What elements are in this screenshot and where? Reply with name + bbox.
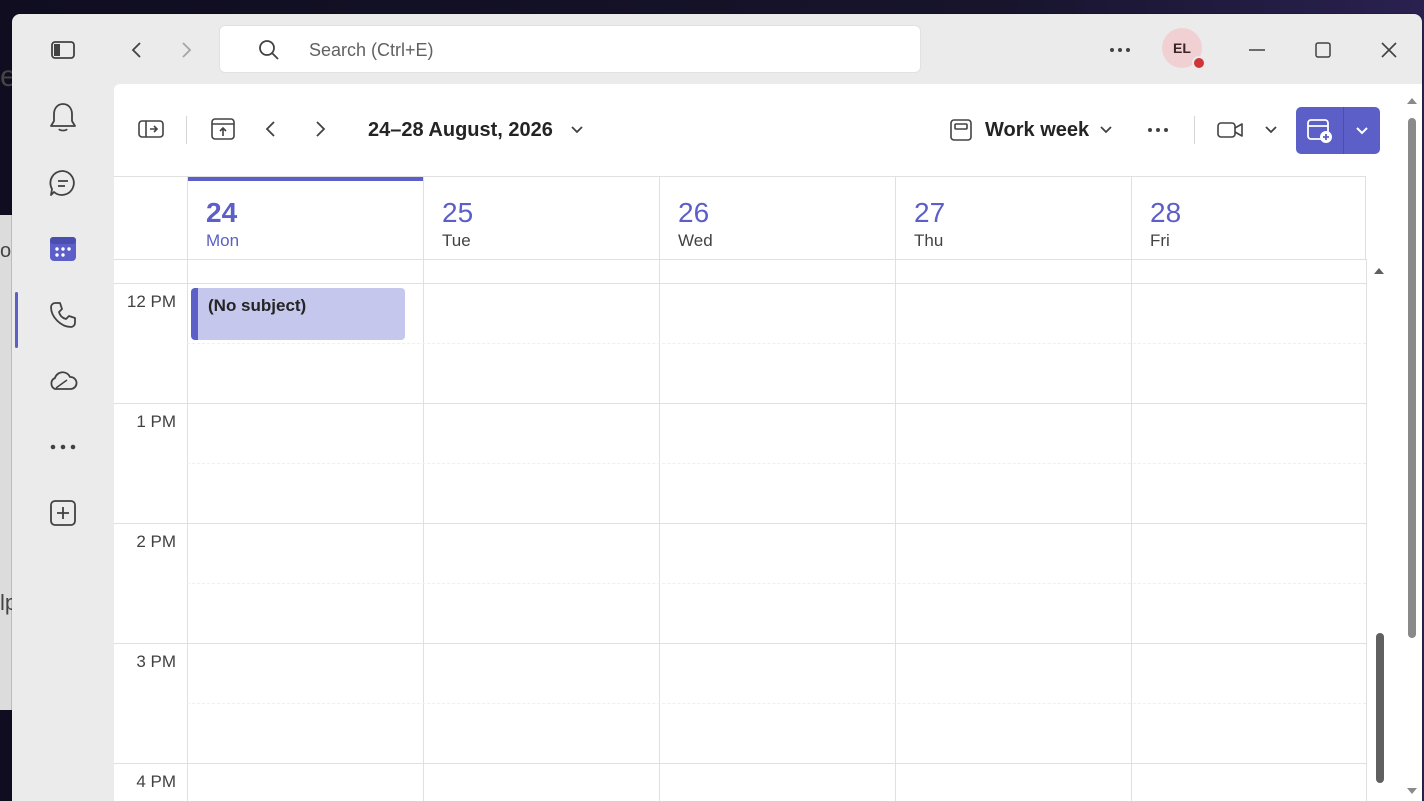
- active-indicator: [15, 292, 18, 348]
- new-meeting-icon[interactable]: [1296, 107, 1344, 154]
- day-name: Tue: [442, 231, 471, 250]
- panel-scrollbar[interactable]: [1404, 84, 1422, 801]
- onedrive-icon[interactable]: [42, 360, 84, 402]
- day-name: Wed: [678, 231, 713, 250]
- view-switcher-icon[interactable]: [947, 116, 975, 144]
- chevron-down-icon[interactable]: [1095, 117, 1117, 143]
- calendar-event[interactable]: (No subject): [191, 288, 405, 340]
- calendar-icon[interactable]: [42, 228, 84, 270]
- day-number: 25: [442, 197, 474, 228]
- date-range-label[interactable]: 24–28 August, 2026: [368, 119, 553, 142]
- meet-now-icon[interactable]: [1214, 115, 1246, 145]
- search-placeholder: Search (Ctrl+E): [309, 40, 434, 60]
- calls-icon[interactable]: [42, 294, 84, 336]
- day-header-tue[interactable]: 25 Tue: [423, 177, 659, 259]
- background-window-strip: [0, 215, 12, 710]
- day-number: 24: [206, 197, 238, 228]
- all-day-divider: [114, 283, 1366, 284]
- search-icon: [258, 39, 280, 66]
- calendar-grid: 24 Mon 25 Tue 26 Wed 27 Thu 28 Fri 12 PM…: [114, 176, 1367, 801]
- scroll-thumb[interactable]: [1408, 118, 1416, 638]
- hour-divider: [114, 403, 1366, 404]
- previous-week-icon[interactable]: [256, 114, 286, 144]
- background-text: o: [0, 240, 12, 262]
- header-divider: [114, 259, 1366, 260]
- more-options-icon[interactable]: [1143, 116, 1173, 144]
- day-header-mon[interactable]: 24 Mon: [187, 177, 423, 259]
- chevron-down-icon[interactable]: [1344, 107, 1380, 154]
- avatar-initials: EL: [1173, 40, 1191, 56]
- chevron-down-icon[interactable]: [566, 117, 588, 143]
- column-divider: [423, 259, 424, 801]
- event-title: (No subject): [208, 296, 307, 315]
- column-divider: [659, 259, 660, 801]
- app-rail: [12, 84, 114, 801]
- time-label: 2 PM: [136, 532, 176, 551]
- day-header-thu[interactable]: 27 Thu: [895, 177, 1131, 259]
- hour-divider: [114, 643, 1366, 644]
- avatar[interactable]: EL: [1162, 28, 1206, 70]
- teams-window: Search (Ctrl+E) EL 24–28 August, 2026 Wo…: [12, 14, 1422, 801]
- title-bar: Search (Ctrl+E) EL: [12, 14, 1422, 84]
- toolbar-separator: [186, 116, 187, 144]
- scroll-thumb[interactable]: [1376, 633, 1384, 783]
- day-name: Thu: [914, 231, 944, 250]
- new-meeting-button[interactable]: [1296, 107, 1380, 154]
- toggle-sidebar-icon[interactable]: [45, 32, 81, 68]
- time-label: 4 PM: [136, 772, 176, 791]
- day-name: Fri: [1150, 231, 1170, 250]
- day-header-fri[interactable]: 28 Fri: [1131, 177, 1366, 259]
- next-week-icon[interactable]: [305, 114, 335, 144]
- today-icon[interactable]: [208, 114, 238, 144]
- day-number: 27: [914, 197, 946, 228]
- hour-divider: [114, 763, 1366, 764]
- more-options-icon[interactable]: [1102, 32, 1138, 68]
- chevron-down-icon[interactable]: [1260, 117, 1282, 143]
- add-apps-icon[interactable]: [42, 492, 84, 534]
- calendar-toolbar: 24–28 August, 2026 Work week: [114, 84, 1422, 176]
- toolbar-separator: [1194, 116, 1195, 144]
- maximize-icon[interactable]: [1305, 32, 1341, 68]
- column-divider: [895, 259, 896, 801]
- half-hour-divider: [187, 703, 1366, 704]
- column-divider: [1131, 259, 1132, 801]
- column-divider: [187, 259, 188, 801]
- close-icon[interactable]: [1371, 32, 1407, 68]
- scroll-up-icon[interactable]: [1374, 268, 1384, 274]
- day-header-wed[interactable]: 26 Wed: [659, 177, 895, 259]
- search-box[interactable]: Search (Ctrl+E): [219, 25, 921, 73]
- view-switcher-label[interactable]: Work week: [985, 119, 1089, 142]
- chat-icon[interactable]: [42, 162, 84, 204]
- calendar-panel: 24–28 August, 2026 Work week 24 Mon 25 T…: [114, 84, 1422, 801]
- time-label: 3 PM: [136, 652, 176, 671]
- forward-icon[interactable]: [168, 32, 204, 68]
- time-label: 1 PM: [136, 412, 176, 431]
- half-hour-divider: [187, 463, 1366, 464]
- more-apps-icon[interactable]: [42, 426, 84, 468]
- half-hour-divider: [187, 583, 1366, 584]
- scroll-up-icon[interactable]: [1407, 98, 1417, 104]
- grid-scrollbar[interactable]: [1366, 176, 1394, 801]
- expand-panel-icon[interactable]: [136, 114, 166, 144]
- back-icon[interactable]: [119, 32, 155, 68]
- scroll-down-icon[interactable]: [1407, 788, 1417, 794]
- time-label: 12 PM: [126, 292, 176, 311]
- activity-icon[interactable]: [42, 96, 84, 138]
- presence-busy-icon: [1192, 56, 1206, 70]
- day-name: Mon: [206, 231, 240, 250]
- half-hour-divider: [187, 343, 1366, 344]
- day-number: 26: [678, 197, 710, 228]
- minimize-icon[interactable]: [1239, 32, 1275, 68]
- day-number: 28: [1150, 197, 1182, 228]
- hour-divider: [114, 523, 1366, 524]
